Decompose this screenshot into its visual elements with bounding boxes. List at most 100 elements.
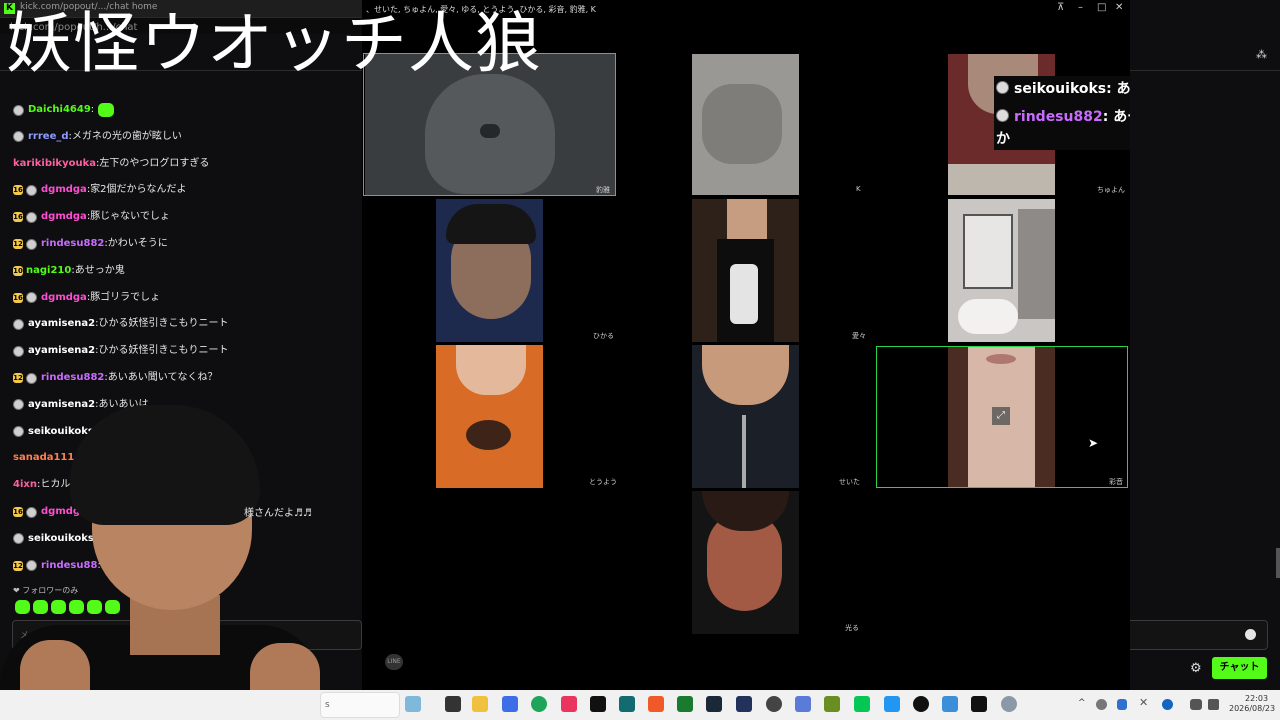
pin-icon[interactable]: ⊼ [1057, 2, 1064, 13]
minimize-icon[interactable]: – [1078, 2, 1083, 13]
participant-tile-k[interactable] [692, 54, 799, 195]
participant-name: ひかる [593, 332, 614, 340]
video-frame [727, 199, 767, 239]
app-icon[interactable] [795, 696, 811, 712]
tray-icon[interactable] [1096, 699, 1107, 710]
avatar [26, 372, 37, 384]
chat-message: karikibikyouka: 左下のやつログロすぎる [13, 155, 209, 173]
app-icon[interactable] [971, 696, 987, 712]
chat-message: 16 dgmdga: 豚じゃないでしょ [13, 208, 170, 226]
app-icon[interactable] [502, 696, 518, 712]
subscriber-badge: 16 [13, 212, 23, 223]
avatar [26, 211, 37, 223]
participant-tile-touyou[interactable] [436, 345, 543, 488]
chat-text: 家2個だからなんだよ [90, 184, 187, 196]
participant-name: 愛々 [852, 332, 866, 340]
chat-username[interactable]: ayamisena2 [28, 342, 95, 360]
chat-text: メガネの光の歯が眩しい [71, 130, 182, 142]
video-frame [702, 345, 789, 405]
scrollbar[interactable] [1276, 548, 1280, 578]
chat-text: 豚じゃないでしょ [90, 211, 170, 223]
chat-message: rrree_d: メガネの光の歯が眩しい [13, 128, 182, 146]
app-icon[interactable] [561, 696, 577, 712]
chat-username[interactable]: rrree_d [28, 128, 69, 146]
line-app-icon[interactable] [854, 696, 870, 712]
chat-right-panel [1130, 0, 1280, 690]
chat-text: あいあい聞いてなくね？ [107, 372, 218, 383]
video-frame [958, 299, 1018, 334]
clock-date[interactable]: 2026/08/23 [1229, 704, 1275, 713]
video-frame [70, 405, 260, 525]
overlay-text: か [996, 131, 1010, 147]
line-logo-icon: LINE [385, 654, 403, 670]
participant-tile-room[interactable] [948, 199, 1055, 342]
expand-icon[interactable]: ⤢ [992, 407, 1010, 425]
chat-send-button[interactable]: チャット [1212, 657, 1267, 679]
chat-username[interactable]: dgmdga [41, 208, 87, 226]
minecraft-icon[interactable] [824, 696, 840, 712]
overlay-chat-line: か [996, 128, 1010, 148]
participant-tile-seita[interactable] [692, 345, 799, 488]
chat-message: ayamisena2: ひかる妖怪引きこもりニート [13, 315, 229, 333]
chevron-up-icon[interactable]: ^ [1078, 698, 1086, 708]
maximize-icon[interactable]: □ [1097, 2, 1106, 13]
file-explorer-icon[interactable] [472, 696, 488, 712]
tiktok-icon[interactable] [590, 696, 606, 712]
network-icon[interactable] [1190, 699, 1202, 710]
steam-icon[interactable] [706, 696, 722, 712]
video-frame [466, 420, 511, 450]
participant-name: K [856, 185, 861, 193]
chat-username[interactable]: nagi210 [26, 262, 71, 280]
chat-message: Daichi4649: [13, 101, 115, 119]
participant-tile-hikaru2[interactable] [692, 491, 799, 634]
app-icon[interactable] [736, 696, 752, 712]
obs-icon[interactable] [766, 696, 782, 712]
chat-username[interactable]: dgmdga [41, 289, 87, 307]
settings-app-icon[interactable] [1001, 696, 1017, 712]
chat-message: 16 dgmdga: 豚ゴリラでしょ [13, 289, 160, 307]
avatar [26, 184, 37, 196]
chat-username[interactable]: Daichi4649 [28, 101, 91, 119]
app-icon[interactable] [619, 696, 635, 712]
participant-name: ちゅよん [1097, 186, 1125, 194]
avatar [996, 109, 1009, 122]
chat-text: ひかる妖怪引きこもりニート [98, 318, 229, 330]
video-frame [446, 204, 536, 244]
unreal-icon[interactable] [913, 696, 929, 712]
avatar [26, 238, 37, 250]
app-icon[interactable] [942, 696, 958, 712]
task-view-icon[interactable] [445, 696, 461, 712]
close-icon[interactable]: ✕ [1139, 696, 1148, 709]
chat-username[interactable]: karikibikyouka [13, 155, 96, 173]
avatar [26, 292, 37, 304]
app-icon[interactable] [884, 696, 900, 712]
smile-icon[interactable] [1245, 629, 1256, 640]
streamer-webcam [0, 395, 320, 720]
chrome-icon[interactable] [531, 696, 547, 712]
users-icon[interactable]: ⁂ [1256, 48, 1267, 61]
chat-message: 12 rindesu882: かわいそうに [13, 235, 168, 253]
chat-username[interactable]: dgmdga [41, 181, 87, 199]
clock-time[interactable]: 22:03 [1245, 694, 1268, 704]
chat-text: 左下のやつログロすぎる [99, 157, 210, 169]
tray-icon[interactable] [1162, 699, 1173, 710]
app-icon[interactable] [677, 696, 693, 712]
microphone-icon[interactable] [1117, 699, 1127, 710]
taskbar [0, 690, 1280, 720]
chat-username[interactable]: rindesu882 [41, 235, 104, 253]
participant-name: 光る [845, 624, 859, 632]
chat-message: 16 dgmdga: 家2個だからなんだよ [13, 181, 187, 199]
chat-username[interactable]: ayamisena2 [28, 315, 95, 333]
video-frame [702, 84, 782, 164]
participant-tile-aiai[interactable] [692, 199, 799, 342]
subscriber-badge: 12 [13, 373, 23, 383]
volume-icon[interactable] [1208, 699, 1219, 710]
close-icon[interactable]: ✕ [1115, 2, 1123, 13]
widgets-icon[interactable] [405, 696, 421, 712]
taskbar-search[interactable]: s [320, 692, 400, 718]
chat-username[interactable]: rindesu882 [41, 369, 104, 387]
participant-tile-hikaru[interactable] [436, 199, 543, 342]
avatar [13, 345, 24, 357]
gear-icon[interactable]: ⚙ [1190, 661, 1202, 676]
brave-icon[interactable] [648, 696, 664, 712]
